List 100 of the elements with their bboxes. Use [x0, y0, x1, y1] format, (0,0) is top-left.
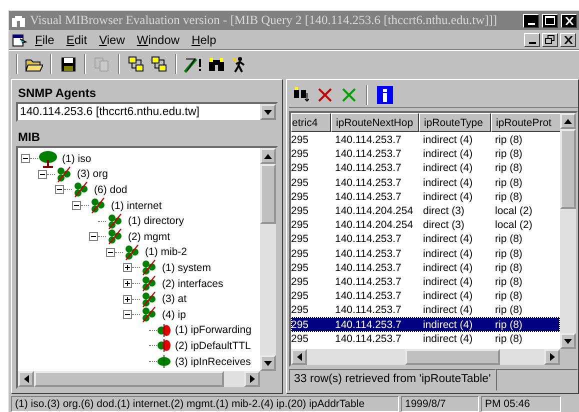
toolbar-button[interactable] — [375, 84, 395, 104]
branch-icon — [89, 197, 107, 214]
table-cell-text: rip (8) — [494, 262, 524, 274]
tree-node[interactable]: (1) ipForwarding — [174, 324, 252, 336]
close-button[interactable] — [561, 14, 577, 28]
minus-icon — [23, 156, 28, 162]
horizontal-scrollbar[interactable] — [291, 349, 560, 365]
scroll-up-button[interactable] — [560, 113, 576, 129]
tree-node[interactable]: (4) ip — [161, 308, 187, 321]
branch-icon — [72, 181, 90, 198]
table-row[interactable]: 295 140.114.253.7 indirect (4) rip (8) — [291, 147, 560, 162]
scroll-thumb[interactable] — [260, 164, 276, 224]
tree-node[interactable]: (3) org — [76, 168, 109, 180]
tree-node[interactable]: (1) iso — [61, 152, 92, 165]
scroll-thumb[interactable] — [404, 349, 500, 365]
scroll-down-button[interactable] — [560, 333, 576, 349]
minimize-button[interactable] — [523, 14, 539, 28]
table-row[interactable]: 295 140.114.253.7 indirect (4) rip (8) — [291, 332, 560, 346]
toolbar-button[interactable] — [291, 84, 311, 104]
maximize-icon — [545, 16, 555, 25]
restore-icon — [545, 35, 555, 44]
table-cell-text: rip (8) — [494, 276, 524, 288]
branch-icon — [140, 275, 158, 292]
tree-node[interactable]: (3) at — [161, 293, 188, 306]
expand-toggle[interactable] — [123, 263, 132, 272]
table-row[interactable]: 295 140.114.253.7 indirect (4) rip (8) — [291, 317, 560, 332]
tree-node[interactable]: (1) system — [161, 262, 212, 274]
toolbar-button[interactable] — [149, 54, 169, 74]
menu-item[interactable]: Help — [186, 32, 222, 46]
table-row[interactable]: 295 140.114.253.7 indirect (4) rip (8) — [291, 260, 560, 275]
menu-item[interactable]: Edit — [61, 32, 92, 46]
scroll-up-button[interactable] — [260, 148, 276, 164]
tree-node[interactable]: (1) internet — [110, 200, 163, 212]
status-bar-field: 1999/8/7 — [401, 396, 479, 412]
column-header[interactable]: ipRouteProt — [491, 113, 560, 132]
table-cell-text: 140.114.204.254 — [334, 205, 414, 218]
scroll-down-button[interactable] — [260, 355, 276, 371]
cross-icon — [342, 88, 356, 102]
menu-item[interactable]: File — [30, 32, 60, 46]
table-cell-text: 140.114.253.7 — [334, 134, 402, 146]
tree-node[interactable]: (3) ipInReceives — [174, 356, 252, 368]
expand-toggle[interactable] — [123, 279, 132, 288]
table-cell-text: 295 — [291, 304, 310, 316]
scroll-thumb[interactable] — [560, 129, 576, 209]
tree-node[interactable]: (1) directory — [127, 215, 186, 228]
collapse-toggle[interactable] — [106, 248, 115, 257]
agent-dropdown[interactable]: 140.114.253.6 [thccrt6.nthu.edu.tw] — [16, 102, 278, 122]
collapse-toggle[interactable] — [21, 154, 30, 164]
table-row[interactable]: 295 140.114.253.7 indirect (4) rip (8) — [291, 190, 560, 204]
document-icon[interactable] — [12, 32, 28, 46]
tree-node[interactable]: (2) interfaces — [161, 278, 224, 290]
table-cell-text: rip (8) — [494, 162, 524, 174]
dropdown-arrow-button[interactable] — [260, 104, 276, 120]
status-message: 33 row(s) retrieved from 'ipRouteTable' — [289, 369, 496, 391]
scroll-left-button[interactable] — [18, 371, 34, 387]
tree-node[interactable]: (1) mib-2 — [144, 246, 188, 258]
table-row[interactable]: 295 140.114.253.7 indirect (4) rip (8) — [291, 161, 560, 176]
scroll-thumb[interactable] — [34, 371, 224, 387]
collapse-toggle[interactable] — [89, 232, 98, 242]
table-row[interactable]: 295 140.114.253.7 indirect (4) rip (8) — [291, 274, 560, 290]
right-arrow-icon — [550, 353, 554, 361]
expand-toggle[interactable] — [123, 294, 132, 304]
table-cell-text: indirect (4) — [422, 318, 474, 331]
table-cell-text: 295 — [291, 219, 310, 232]
tree-node[interactable]: (2) mgmt — [127, 230, 171, 243]
copy-icon — [94, 56, 110, 72]
table-row[interactable]: 295 140.114.253.7 indirect (4) rip (8) — [291, 176, 560, 190]
scroll-right-button[interactable] — [244, 371, 260, 387]
collapse-toggle[interactable] — [123, 310, 132, 320]
table-row[interactable]: 295 140.114.253.7 indirect (4) rip (8) — [291, 246, 560, 261]
table-row[interactable]: 295 140.114.253.7 indirect (4) rip (8) — [291, 232, 560, 246]
vertical-scrollbar[interactable] — [560, 113, 576, 349]
vertical-scrollbar[interactable] — [260, 148, 276, 371]
branch-icon — [140, 259, 158, 276]
close-button[interactable] — [560, 32, 576, 46]
table-row[interactable]: 295 140.114.204.254 direct (3) local (2) — [291, 218, 560, 232]
tree-node[interactable]: (2) ipDefaultTTL — [174, 340, 252, 352]
menu-item[interactable]: View — [94, 32, 130, 46]
maximize-button[interactable] — [542, 14, 558, 28]
table-row[interactable]: 295 140.114.204.254 direct (3) local (2) — [291, 204, 560, 218]
tree-node[interactable]: (6) dod — [93, 184, 128, 196]
horizontal-scrollbar[interactable] — [18, 371, 260, 387]
column-header[interactable]: ipRouteNextHop — [331, 113, 419, 132]
scroll-right-button[interactable] — [544, 349, 560, 365]
branch-icon — [106, 212, 124, 230]
scroll-left-button[interactable] — [291, 349, 307, 365]
table-row[interactable]: 295 140.114.253.7 indirect (4) rip (8) — [291, 133, 560, 148]
restore-button[interactable] — [542, 32, 558, 46]
column-header[interactable]: etric4 — [291, 113, 331, 132]
table-cell-text: rip (8) — [494, 134, 524, 146]
toolbar-button[interactable] — [126, 54, 146, 74]
table-row[interactable]: 295 140.114.253.7 indirect (4) rip (8) — [291, 289, 560, 304]
collapse-toggle[interactable] — [55, 185, 64, 194]
menu-item[interactable]: Window — [132, 32, 185, 46]
table-row[interactable]: 295 140.114.253.7 indirect (4) rip (8) — [291, 303, 560, 318]
table-cell-text: indirect (4) — [422, 176, 474, 189]
column-header[interactable]: ipRouteType — [419, 113, 491, 132]
minimize-button[interactable] — [524, 32, 540, 46]
collapse-toggle[interactable] — [72, 201, 81, 210]
collapse-toggle[interactable] — [38, 170, 47, 179]
